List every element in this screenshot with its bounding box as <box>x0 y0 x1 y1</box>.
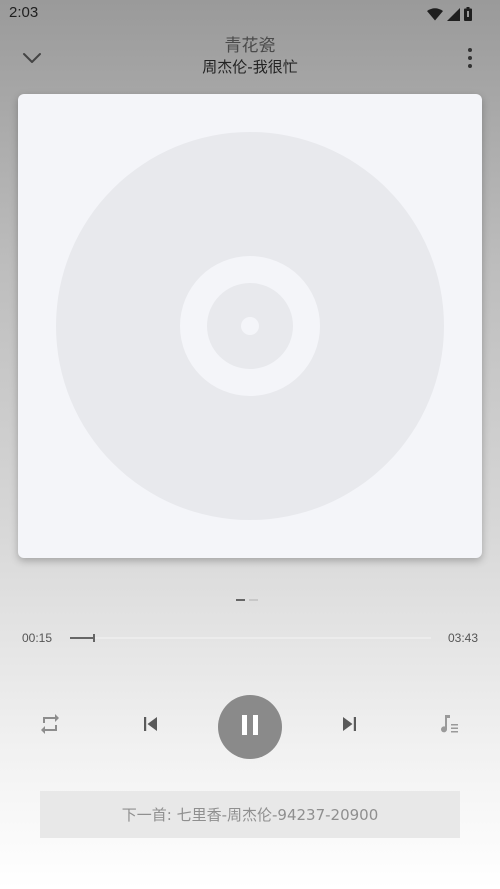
vinyl-disc-icon <box>56 132 444 520</box>
title-block: 青花瓷 周杰伦-我很忙 <box>100 35 400 77</box>
current-time: 00:15 <box>22 631 53 645</box>
playlist-button[interactable] <box>436 712 464 740</box>
next-button[interactable] <box>336 712 364 740</box>
song-title: 青花瓷 <box>224 36 276 56</box>
more-vert-icon-dot <box>468 56 472 60</box>
skip-next-icon <box>338 712 362 740</box>
wifi-icon <box>427 6 443 25</box>
progress-row: 00:15 03:43 <box>0 628 500 648</box>
previous-button[interactable] <box>136 712 164 740</box>
back-button[interactable] <box>16 44 48 72</box>
signal-icon <box>447 6 460 25</box>
page-indicator <box>236 599 258 601</box>
skip-previous-icon <box>138 712 162 740</box>
pause-icon <box>237 712 263 742</box>
seek-bar[interactable] <box>70 634 431 642</box>
page-dot-active <box>236 599 245 601</box>
more-options-button[interactable] <box>460 44 480 72</box>
play-pause-button[interactable] <box>218 695 282 759</box>
status-icons <box>427 6 472 25</box>
playback-controls <box>0 694 500 760</box>
seek-bar-thumb[interactable] <box>93 634 96 642</box>
battery-icon <box>464 6 472 25</box>
player-header: 青花瓷 周杰伦-我很忙 <box>0 30 500 86</box>
disc-hole <box>241 317 259 335</box>
status-bar: 2:03 <box>0 0 500 28</box>
playlist-icon <box>438 712 462 740</box>
repeat-button[interactable] <box>36 712 64 740</box>
more-vert-icon-dot <box>468 48 472 52</box>
song-artist-album: 周杰伦-我很忙 <box>202 58 298 76</box>
status-time: 2:03 <box>9 4 39 21</box>
next-up-text: 下一首: 七里香-周杰伦-94237-20900 <box>121 806 379 824</box>
page-dot <box>249 599 258 601</box>
total-time: 03:43 <box>447 631 478 645</box>
next-up-banner[interactable]: 下一首: 七里香-周杰伦-94237-20900 <box>40 791 460 838</box>
album-art[interactable] <box>18 94 482 558</box>
seek-bar-fill <box>70 637 95 639</box>
more-vert-icon-dot <box>468 64 472 68</box>
chevron-down-icon <box>22 49 42 68</box>
repeat-icon <box>38 712 62 740</box>
